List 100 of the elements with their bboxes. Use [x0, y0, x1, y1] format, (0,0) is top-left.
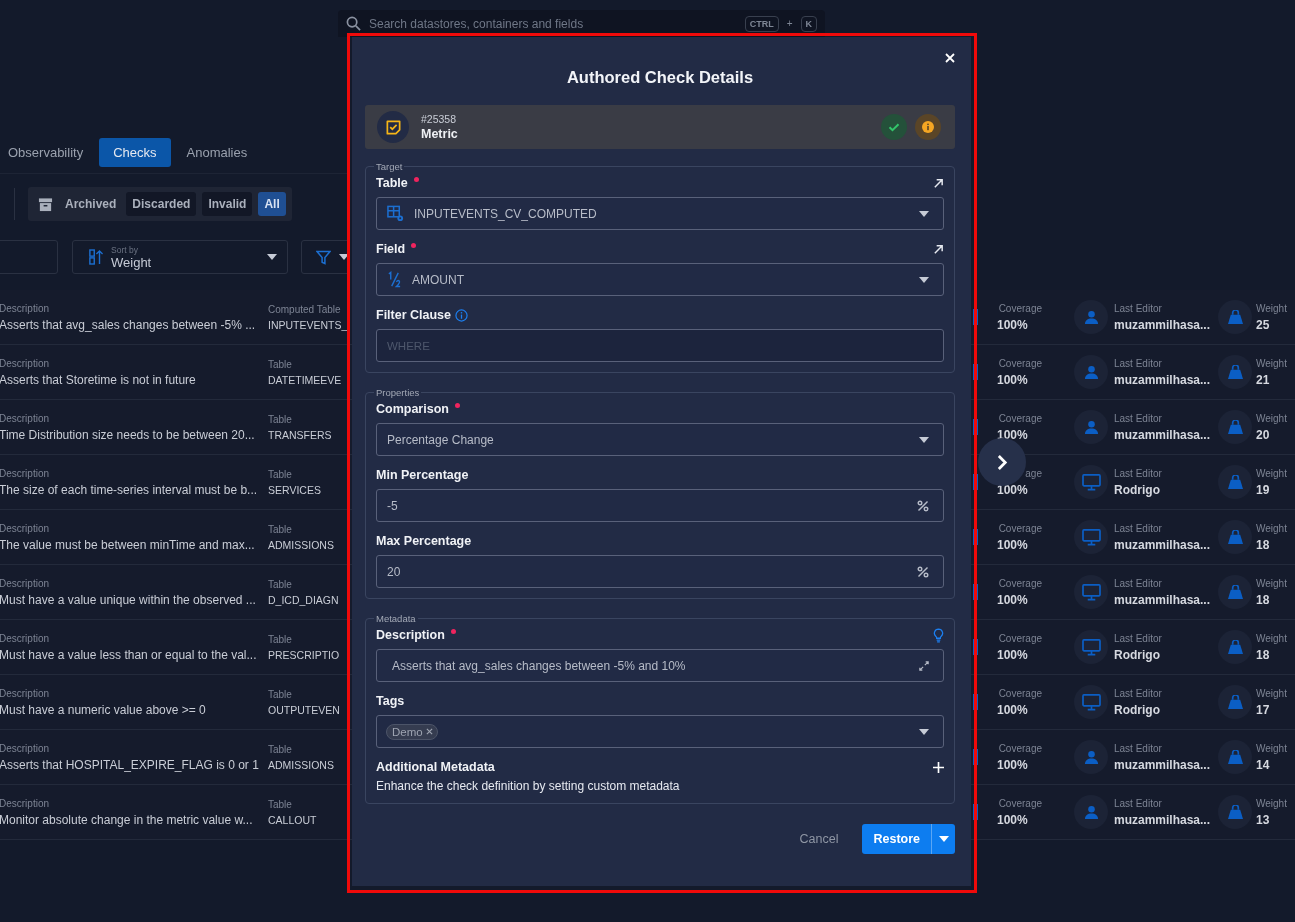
column-label: Weight	[1256, 632, 1288, 644]
field-value: -5	[387, 498, 399, 513]
column-label: Description	[0, 522, 51, 534]
fraction-icon	[387, 271, 402, 288]
column-label: Last Editor	[1114, 467, 1163, 479]
archive-icon	[38, 196, 53, 212]
column-label: Table	[268, 358, 293, 370]
table-name: INPUTEVENTS_	[268, 318, 349, 331]
tab[interactable]: Anomalies	[178, 138, 256, 167]
input-field[interactable]: 20	[376, 555, 944, 588]
column-label: Coverage	[997, 797, 1042, 809]
column-label: Coverage	[997, 357, 1042, 369]
filter-option[interactable]: Invalid	[202, 192, 253, 216]
weight-value: 18	[1256, 647, 1271, 662]
column-label: Coverage	[997, 412, 1042, 424]
field-label: Tags	[376, 694, 405, 708]
sort-label: Sort by	[111, 244, 139, 255]
column-label: Weight	[1256, 687, 1288, 699]
coverage-value: 100%	[997, 757, 1029, 772]
select-field[interactable]: Percentage Change	[376, 423, 944, 456]
sort-value: Weight	[111, 254, 153, 270]
editor-name: muzammilhasa...	[1114, 757, 1212, 772]
column-label: Table	[268, 468, 293, 480]
field-label: Filter Clause	[376, 308, 452, 322]
cancel-button[interactable]: Cancel	[793, 831, 845, 847]
column-label: Table	[268, 578, 293, 590]
column-label: Description	[0, 742, 51, 754]
check-description: Must have a value unique within the observed ...	[0, 592, 257, 607]
select-field[interactable]: INPUTEVENTS_CV_COMPUTED	[376, 197, 944, 230]
coverage-value: 100%	[997, 592, 1029, 607]
table-name: OUTPUTEVEN	[268, 703, 341, 716]
input-field[interactable]: -5	[376, 489, 944, 522]
dropdown-button[interactable]	[931, 824, 955, 854]
monitor-icon	[1081, 528, 1101, 546]
column-label: Description	[0, 797, 51, 809]
select-field[interactable]: Demo	[376, 715, 944, 748]
weight-value: 13	[1256, 812, 1271, 827]
remove-icon[interactable]	[425, 728, 433, 735]
filter-icon	[316, 249, 331, 265]
weight-value: 19	[1256, 482, 1271, 497]
editor-name: muzammilhasa...	[1114, 427, 1212, 442]
kettlebell-icon	[1226, 529, 1244, 545]
plus-icon[interactable]	[933, 761, 944, 773]
coverage-value: 100%	[997, 372, 1029, 387]
field-label: Description	[376, 628, 445, 642]
restore-button[interactable]: Restore	[862, 824, 931, 854]
tab[interactable]: Observability	[0, 138, 92, 167]
kettlebell-icon	[1226, 749, 1244, 765]
input-field[interactable]: Asserts that avg_sales changes between -5% and 10%	[376, 649, 944, 682]
table-name: ADMISSIONS	[268, 538, 335, 551]
filter-option[interactable]: Discarded	[126, 192, 197, 216]
kettlebell-icon	[1226, 584, 1244, 600]
search-field[interactable]: Search datastores, containers and fields CTRL + K	[338, 10, 825, 37]
field-label: Field	[376, 242, 406, 256]
column-label: Coverage	[997, 577, 1042, 589]
column-label: Description	[0, 687, 51, 699]
weight-value: 21	[1256, 372, 1271, 387]
column-label: Last Editor	[1114, 687, 1163, 699]
section-legend: Properties	[374, 387, 422, 398]
column-label: Last Editor	[1114, 412, 1163, 424]
editor-name: muzammilhasa...	[1114, 372, 1212, 387]
section-legend: Target	[374, 161, 405, 172]
check-type: Metric	[421, 127, 459, 141]
warning-status-icon	[915, 114, 941, 140]
field-label: Max Percentage	[376, 534, 472, 548]
column-label: Last Editor	[1114, 577, 1163, 589]
column-label: Last Editor	[1114, 357, 1163, 369]
field-value: AMOUNT	[412, 272, 465, 287]
diagonal-arrow-icon[interactable]	[933, 177, 944, 189]
filter-button[interactable]	[301, 240, 350, 274]
column-label: Description	[0, 357, 51, 369]
editor-name: Rodrigo	[1114, 702, 1161, 717]
close-icon	[945, 53, 955, 63]
person-icon	[1083, 419, 1099, 435]
info-icon	[455, 308, 469, 322]
expand-icon[interactable]	[919, 660, 929, 671]
filter-label: Archived	[65, 197, 117, 211]
section-hint: Enhance the check definition by setting custom metadata	[376, 779, 681, 793]
section-legend: Metadata	[374, 613, 418, 624]
column-label: Coverage	[997, 687, 1042, 699]
select-field[interactable]: AMOUNT	[376, 263, 944, 296]
editor-name: muzammilhasa...	[1114, 812, 1212, 827]
column-label: Weight	[1256, 412, 1288, 424]
column-label: Table	[268, 633, 293, 645]
filter-option[interactable]: All	[258, 192, 286, 216]
check-description: Must have a numeric value above >= 0	[0, 702, 207, 717]
monitor-icon	[1081, 638, 1101, 656]
coverage-value: 100%	[997, 317, 1029, 332]
column-label: Table	[268, 798, 293, 810]
table-gear-icon	[387, 205, 404, 222]
kettlebell-icon	[1226, 419, 1244, 435]
tab[interactable]: Checks	[99, 138, 171, 167]
sort-dropdown[interactable]: Sort by Weight	[72, 240, 288, 274]
keyboard-key: CTRL	[744, 15, 779, 32]
weight-value: 20	[1256, 427, 1271, 442]
column-label: Weight	[1256, 467, 1288, 479]
column-label: Last Editor	[1114, 522, 1163, 534]
diagonal-arrow-icon[interactable]	[933, 243, 944, 255]
column-label: Description	[0, 577, 51, 589]
lightbulb-icon[interactable]	[933, 627, 944, 643]
